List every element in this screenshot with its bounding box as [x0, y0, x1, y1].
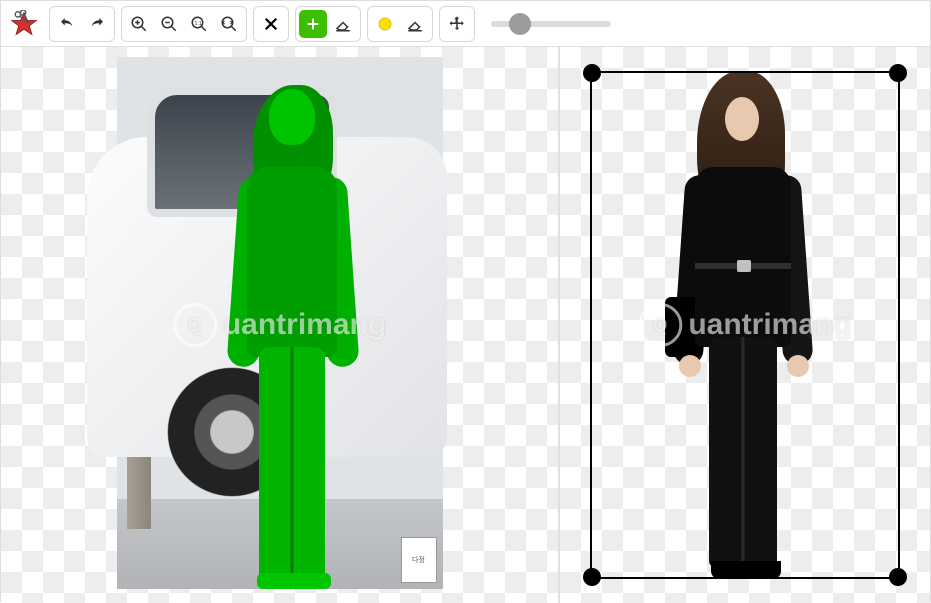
zoom-in-icon	[130, 15, 148, 33]
svg-text:1:1: 1:1	[195, 20, 202, 26]
crop-handle-bl[interactable]	[583, 568, 601, 586]
plus-icon	[305, 16, 321, 32]
result-panel[interactable]: Q uantrimang	[560, 47, 930, 603]
slider-track[interactable]	[491, 21, 611, 27]
zoom-actual-icon: 1:1	[190, 15, 208, 33]
close-button[interactable]	[257, 10, 285, 38]
move-icon	[448, 15, 466, 33]
foreground-mask	[217, 77, 367, 587]
app-logo	[9, 9, 39, 39]
corner-stamp: 다정	[401, 537, 437, 583]
slider-thumb[interactable]	[509, 13, 531, 35]
crop-handle-tr[interactable]	[889, 64, 907, 82]
crop-handle-br[interactable]	[889, 568, 907, 586]
source-image[interactable]: 다정	[117, 57, 443, 589]
crop-frame[interactable]	[590, 71, 900, 579]
brush-size-slider[interactable]	[491, 21, 611, 27]
move-button[interactable]	[443, 10, 471, 38]
zoom-fit-icon	[220, 15, 238, 33]
add-yellow-button[interactable]	[371, 10, 399, 38]
mark-remove-group	[367, 6, 433, 42]
eraser-icon	[334, 15, 352, 33]
move-group	[439, 6, 475, 42]
zoom-out-button[interactable]	[155, 10, 183, 38]
star-scissors-icon	[10, 10, 38, 38]
zoom-fit-button[interactable]	[215, 10, 243, 38]
zoom-group: 1:1	[121, 6, 247, 42]
workspace: 다정 Q uantrimang Q uantrimang	[1, 47, 930, 603]
zoom-actual-button[interactable]: 1:1	[185, 10, 213, 38]
zoom-out-icon	[160, 15, 178, 33]
undo-button[interactable]	[53, 10, 81, 38]
mark-keep-group	[295, 6, 361, 42]
history-group	[49, 6, 115, 42]
eraser-icon	[406, 15, 424, 33]
add-green-button[interactable]	[299, 10, 327, 38]
redo-button[interactable]	[83, 10, 111, 38]
erase-yellow-button[interactable]	[401, 10, 429, 38]
clear-group	[253, 6, 289, 42]
redo-icon	[88, 15, 106, 33]
undo-icon	[58, 15, 76, 33]
close-icon	[262, 15, 280, 33]
erase-green-button[interactable]	[329, 10, 357, 38]
zoom-in-button[interactable]	[125, 10, 153, 38]
yellow-circle-icon	[376, 15, 394, 33]
toolbar: 1:1	[1, 1, 930, 47]
crop-handle-tl[interactable]	[583, 64, 601, 82]
source-panel[interactable]: 다정 Q uantrimang	[1, 47, 560, 603]
